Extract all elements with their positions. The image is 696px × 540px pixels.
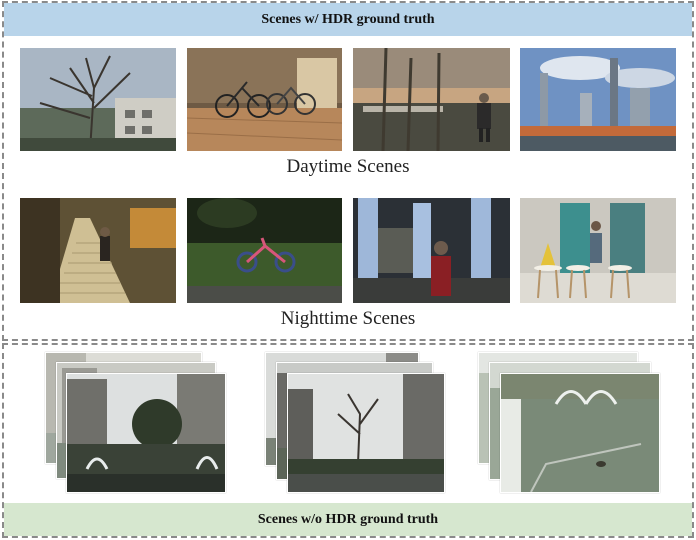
night-photo-person-pillars bbox=[353, 198, 510, 303]
daytime-scenes-label: Daytime Scenes bbox=[286, 156, 410, 177]
stack-3-frame-front bbox=[500, 373, 660, 493]
top-banner-title: Scenes w/ HDR ground truth bbox=[4, 3, 692, 36]
bottom-banner-title: Scenes w/o HDR ground truth bbox=[4, 503, 692, 536]
day-photo-person-sunset bbox=[353, 48, 510, 151]
nighttime-scenes-label: Nighttime Scenes bbox=[280, 308, 416, 329]
stack-2-frame-front bbox=[287, 373, 445, 493]
stack-1-frame-front bbox=[66, 373, 226, 493]
night-photo-person-stools bbox=[520, 198, 676, 303]
day-photo-bicycles bbox=[187, 48, 342, 151]
day-photo-tree-building bbox=[20, 48, 176, 151]
day-photo-city-skyline bbox=[520, 48, 676, 151]
night-photo-stairway bbox=[20, 198, 176, 303]
night-photo-kids-bike bbox=[187, 198, 342, 303]
